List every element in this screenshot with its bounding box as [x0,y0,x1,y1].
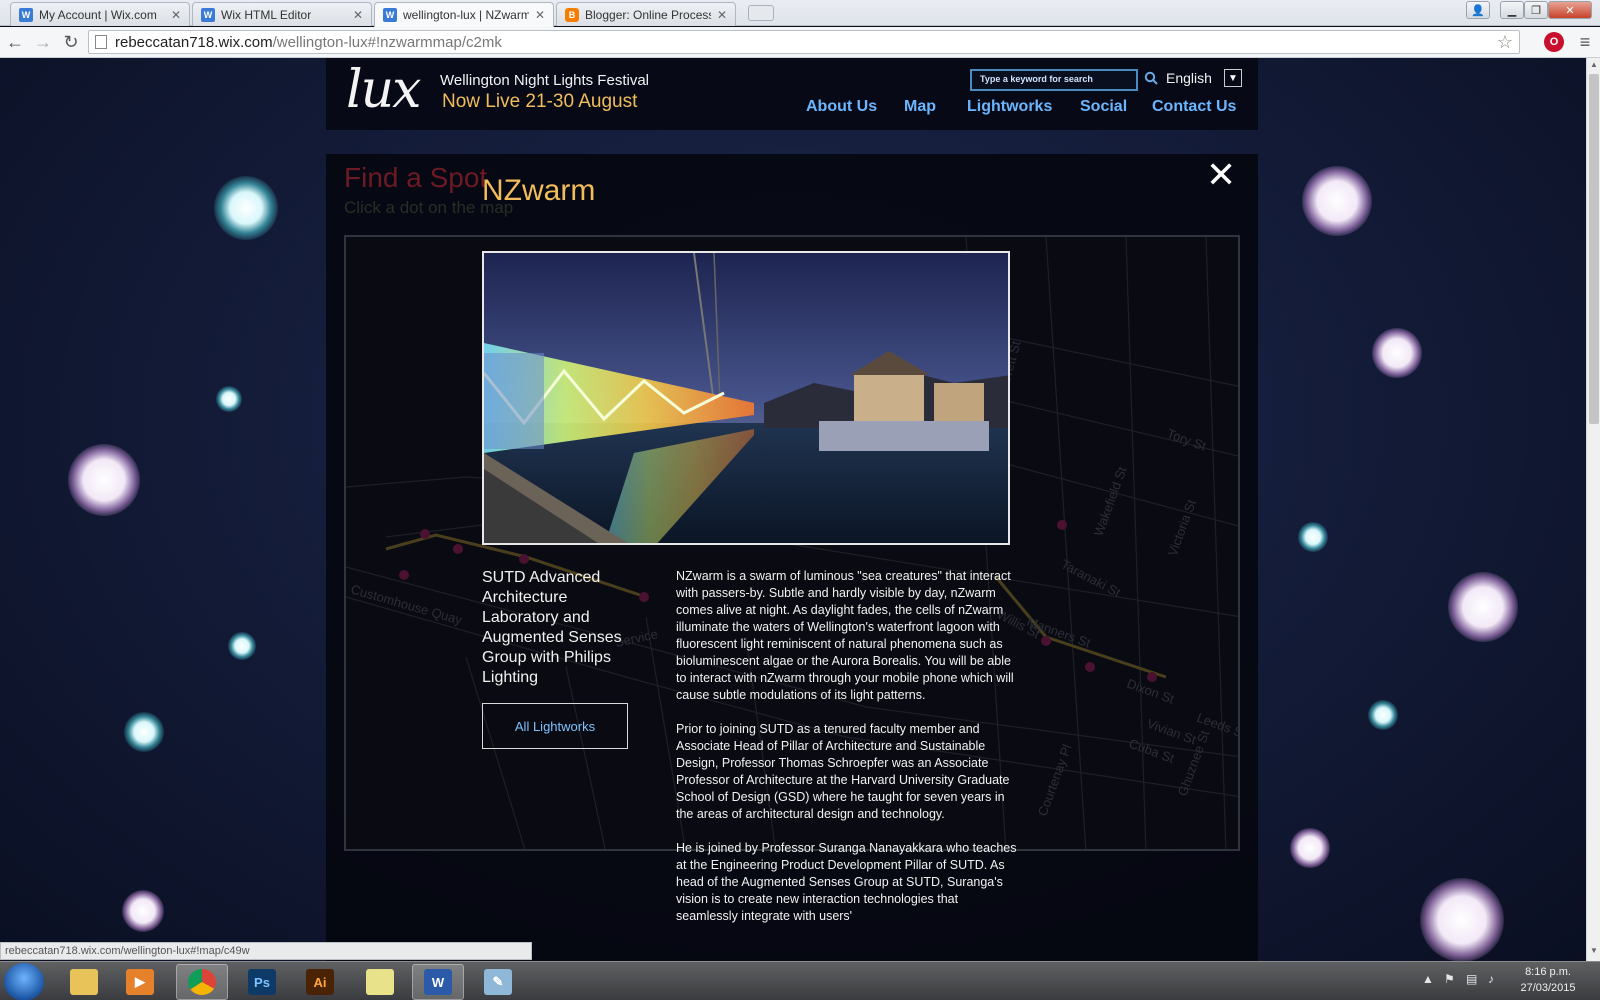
start-button[interactable] [4,963,44,1000]
modal-title: NZwarm [482,174,596,207]
nav-about-us[interactable]: About Us [806,98,877,116]
wix-icon: W [201,7,215,22]
page-icon [95,35,107,49]
map-label-customhouse-quay: Customhouse Quay [349,581,464,627]
site-tagline: Now Live 21-30 August [442,91,638,112]
clock[interactable]: 8:16 p.m. 27/03/2015 [1508,964,1588,996]
clock-time: 8:16 p.m. [1525,966,1571,978]
status-url: rebeccatan718.wix.com/wellington-lux#!ma… [0,942,532,960]
lightwork-photo [482,251,1010,545]
address-bar[interactable]: rebeccatan718.wix.com/wellington-lux#!nz… [88,30,1520,54]
nav-contact-us[interactable]: Contact Us [1152,98,1236,116]
light-orb [228,632,256,660]
chevron-down-icon[interactable]: ▼ [1224,69,1242,87]
light-orb [214,176,278,240]
light-orb [1448,572,1518,642]
lightwork-description: NZwarm is a swarm of luminous "sea creat… [676,568,1018,942]
chrome-icon[interactable] [176,964,228,1000]
site-logo[interactable]: lux [346,60,421,120]
minimize-button[interactable]: ▁ [1500,1,1524,19]
map-label-tory-st: Tory St [1165,426,1209,454]
site-name: Wellington Night Lights Festival [440,72,649,89]
light-orb [1372,328,1422,378]
nav-map[interactable]: Map [904,98,936,116]
search-input[interactable]: Type a keyword for search [970,69,1138,91]
browser-toolbar: ← → ↻ rebeccatan718.wix.com/wellington-l… [0,27,1600,58]
url-host: rebeccatan718.wix.com [115,33,273,51]
reload-icon[interactable]: ↻ [60,31,82,53]
light-orb [68,444,140,516]
tab-blogger[interactable]: B Blogger: Online Process W ✕ [556,2,736,26]
illustrator-icon[interactable]: Ai [294,964,346,1000]
artist-name: SUTD Advanced Architecture Laboratory an… [482,569,622,686]
all-lightworks-button[interactable]: All Lightworks [482,703,628,749]
page-scrollbar[interactable]: ▲ ▼ [1586,58,1600,961]
close-icon[interactable]: ✕ [717,8,727,22]
page-title: Find a Spot [344,162,488,193]
taskbar: ▶ Ps Ai W ✎ ▲ ⚑ ▤ ♪ 8:16 p.m. 27/03/2015 [0,961,1600,1000]
close-window-button[interactable]: ✕ [1548,1,1592,19]
tab-label: wellington-lux | NZwarm( [403,8,529,22]
language-select[interactable]: English [1166,70,1212,86]
description-paragraph: NZwarm is a swarm of luminous "sea creat… [676,569,1014,702]
wix-icon: W [383,8,397,22]
tab-label: My Account | Wix.com [39,7,157,22]
map-label-victoria-st: Victoria St [1165,497,1199,558]
tab-label: Blogger: Online Process W [585,7,711,22]
forward-icon[interactable]: → [32,31,54,53]
tab-label: Wix HTML Editor [221,7,312,22]
tab-my-account[interactable]: W My Account | Wix.com ✕ [10,2,190,26]
map-label-cuba-st: Cuba St [1127,736,1177,766]
light-orb [1368,700,1398,730]
scroll-down-icon[interactable]: ▼ [1589,946,1599,956]
scroll-thumb[interactable] [1589,74,1599,424]
close-icon[interactable]: ✕ [1206,157,1236,193]
explorer-icon[interactable] [58,964,110,1000]
site-header: lux Wellington Night Lights Festival Now… [326,58,1258,130]
url-path: /wellington-lux#!nzwarmmap/c2mk [272,33,502,51]
light-orb [1298,522,1328,552]
blogger-icon: B [565,7,579,22]
extension-icon[interactable]: O [1544,32,1564,52]
user-icon[interactable]: 👤 [1466,1,1490,19]
restore-button[interactable]: ❐ [1524,1,1548,19]
nav-lightworks[interactable]: Lightworks [967,98,1052,116]
light-orb [216,386,242,412]
tab-wix-html-editor[interactable]: W Wix HTML Editor ✕ [192,2,372,26]
clock-date: 27/03/2015 [1520,982,1576,994]
description-paragraph: He is joined by Professor Suranga Nanaya… [676,841,1017,923]
search-icon[interactable] [1144,71,1160,87]
map-label-courtenay-pl: Courtenay Pl [1035,742,1075,818]
tab-wellington-lux[interactable]: W wellington-lux | NZwarm( ✕ [374,2,554,27]
paint-icon[interactable]: ✎ [472,964,524,1000]
close-icon[interactable]: ✕ [353,8,363,22]
close-icon[interactable]: ✕ [171,8,181,22]
new-tab-button[interactable] [748,5,774,21]
media-player-icon[interactable]: ▶ [114,964,166,1000]
sticky-notes-icon[interactable] [354,964,406,1000]
nav-social[interactable]: Social [1080,98,1127,116]
menu-icon[interactable]: ≡ [1574,31,1596,53]
show-hidden-icons-icon[interactable]: ▲ [1422,972,1434,986]
tab-strip: W My Account | Wix.com ✕ W Wix HTML Edit… [0,0,1600,27]
close-icon[interactable]: ✕ [535,8,545,22]
page-viewport: lux Wellington Night Lights Festival Now… [0,58,1586,961]
light-orb [1420,878,1504,961]
description-paragraph: Prior to joining SUTD as a tenured facul… [676,722,1010,821]
light-orb [124,712,164,752]
light-orb [1302,166,1372,236]
volume-icon[interactable]: ♪ [1488,972,1494,986]
map-label-wakefield-st: Wakefield St [1091,464,1130,538]
network-icon[interactable]: ▤ [1466,972,1477,986]
word-icon[interactable]: W [412,964,464,1000]
bookmark-star-icon[interactable]: ☆ [1497,32,1513,53]
photoshop-icon[interactable]: Ps [236,964,288,1000]
light-orb [1290,828,1330,868]
flag-icon[interactable]: ⚑ [1444,972,1455,986]
wix-icon: W [19,7,33,22]
scroll-up-icon[interactable]: ▲ [1589,60,1599,70]
light-orb [122,890,164,932]
back-icon[interactable]: ← [4,31,26,53]
